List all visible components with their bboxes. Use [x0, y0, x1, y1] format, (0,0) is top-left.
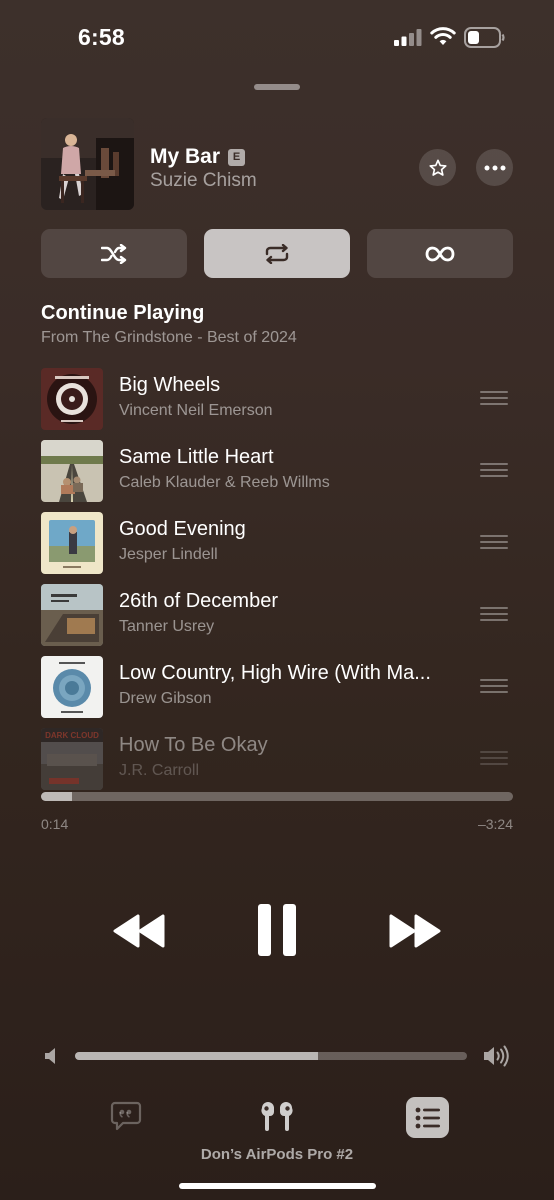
queue-item[interactable]: Good Evening Jesper Lindell — [41, 506, 521, 574]
lyrics-button[interactable] — [110, 1100, 142, 1132]
queue-item[interactable]: 26th of December Tanner Usrey — [41, 578, 521, 646]
pause-button[interactable] — [256, 903, 298, 957]
sheet-grabber[interactable] — [254, 84, 300, 90]
queue-item-title: Low Country, High Wire (With Ma... — [119, 662, 431, 684]
audio-output-button[interactable] — [258, 1102, 296, 1132]
playback-progress-fill — [41, 792, 72, 801]
battery-icon — [464, 27, 505, 48]
album-art — [41, 512, 103, 574]
reorder-handle-icon[interactable] — [480, 391, 508, 405]
volume-low-icon — [45, 1048, 55, 1064]
wifi-icon — [430, 27, 456, 45]
volume-high-icon — [484, 1045, 509, 1067]
queue-item-artist: Caleb Klauder & Reeb Willms — [119, 474, 330, 491]
now-playing-title-row: My Bar E — [150, 145, 246, 169]
autoplay-button[interactable] — [367, 229, 513, 278]
album-art — [41, 440, 103, 502]
volume-fill — [75, 1052, 318, 1060]
home-indicator[interactable] — [179, 1183, 376, 1189]
queue-item[interactable]: DARK CLOUD How To Be Okay J.R. Carroll — [41, 722, 521, 790]
album-art: DARK CLOUD — [41, 728, 103, 790]
queue-item-title: Good Evening — [119, 518, 246, 540]
airpods-icon — [261, 1102, 293, 1131]
now-playing-artist[interactable]: Suzie Chism — [150, 170, 257, 192]
pause-icon — [258, 904, 296, 956]
queue-subheading[interactable]: From The Grindstone - Best of 2024 — [41, 329, 297, 347]
queue-heading: Continue Playing — [41, 302, 205, 324]
next-track-button[interactable] — [388, 912, 442, 950]
reorder-handle-icon[interactable] — [480, 535, 508, 549]
elapsed-time: 0:14 — [41, 816, 69, 832]
now-playing-artwork[interactable] — [41, 118, 134, 210]
reorder-handle-icon[interactable] — [480, 463, 508, 477]
repeat-button[interactable] — [204, 229, 350, 278]
queue-item[interactable]: Low Country, High Wire (With Ma... Drew … — [41, 650, 521, 718]
queue-item-title: 26th of December — [119, 590, 278, 612]
cellular-signal-icon — [394, 29, 422, 46]
repeat-icon — [265, 243, 289, 264]
queue-list[interactable]: Big Wheels Vincent Neil Emerson Same Lit… — [0, 362, 554, 792]
now-playing-title: My Bar — [150, 145, 221, 168]
queue-item-artist: Vincent Neil Emerson — [119, 402, 273, 419]
queue-item[interactable]: Same Little Heart Caleb Klauder & Reeb W… — [41, 434, 521, 502]
infinity-icon — [425, 246, 455, 261]
playback-scrubber[interactable] — [41, 792, 513, 801]
output-device-label[interactable]: Don’s AirPods Pro #2 — [0, 1146, 554, 1163]
remaining-time: –3:24 — [477, 816, 513, 832]
queue-item-title: Big Wheels — [119, 374, 221, 396]
queue-item-title: Same Little Heart — [119, 446, 274, 468]
queue-item-artist: Jesper Lindell — [119, 546, 218, 563]
album-art-text: DARK CLOUD — [45, 731, 99, 740]
lyrics-quote-icon — [110, 1101, 142, 1131]
status-time: 6:58 — [78, 24, 125, 50]
queue-item[interactable]: Big Wheels Vincent Neil Emerson — [41, 362, 521, 430]
queue-item-artist: Drew Gibson — [119, 690, 212, 707]
queue-item-artist: Tanner Usrey — [119, 618, 215, 635]
queue-button[interactable] — [406, 1097, 449, 1138]
explicit-badge: E — [228, 148, 246, 166]
reorder-handle-icon[interactable] — [480, 751, 508, 765]
queue-item-title: How To Be Okay — [119, 734, 268, 756]
album-art — [41, 656, 103, 718]
star-icon — [428, 159, 447, 176]
album-art — [41, 584, 103, 646]
reorder-handle-icon[interactable] — [480, 679, 508, 693]
queue-item-artist: J.R. Carroll — [119, 762, 200, 779]
ellipsis-icon — [484, 165, 505, 170]
previous-track-button[interactable] — [112, 912, 166, 950]
favorite-button[interactable] — [419, 149, 456, 186]
fast-forward-icon — [389, 914, 441, 948]
shuffle-icon — [101, 243, 127, 264]
reorder-handle-icon[interactable] — [480, 607, 508, 621]
shuffle-button[interactable] — [41, 229, 187, 278]
list-icon — [415, 1107, 440, 1128]
rewind-icon — [113, 914, 165, 948]
more-options-button[interactable] — [476, 149, 513, 186]
album-art — [41, 368, 103, 430]
